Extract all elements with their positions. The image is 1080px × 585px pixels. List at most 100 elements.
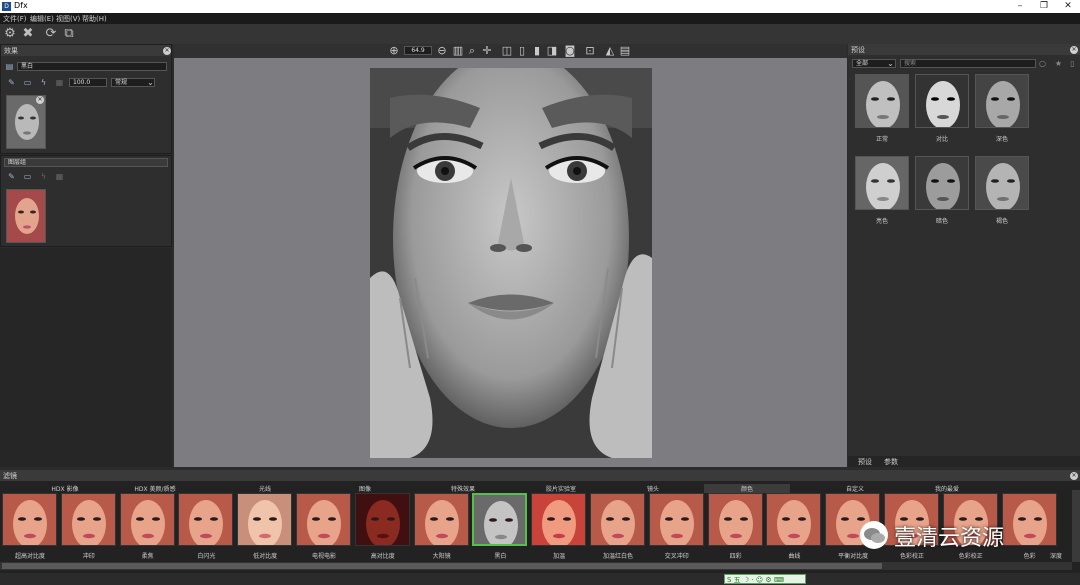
opacity-field[interactable]: 100.0: [69, 78, 107, 87]
filter-thumbnail[interactable]: [60, 493, 116, 546]
scrollbar-thumb[interactable]: [2, 563, 882, 569]
filter-thumbnail[interactable]: [590, 493, 645, 546]
layer-thumbnail[interactable]: [6, 189, 46, 243]
close-window-button[interactable]: ✕: [1056, 0, 1080, 13]
preset-thumb-normal[interactable]: [855, 74, 909, 128]
single-view-icon[interactable]: ▮: [531, 45, 543, 57]
filter-category-tab[interactable]: 胶片实验室: [518, 484, 604, 493]
filter-thumbnail[interactable]: [2, 493, 57, 546]
watermark: 壹清云资源: [860, 518, 1060, 554]
preset-thumb-dark[interactable]: [975, 74, 1029, 128]
histogram-icon[interactable]: ◭: [604, 45, 616, 57]
face-thumbnail: [532, 494, 586, 545]
remove-effect-icon[interactable]: ✕: [36, 96, 44, 104]
star-icon[interactable]: ★: [1054, 59, 1063, 68]
face-thumbnail: [708, 494, 762, 545]
filter-thumbnail[interactable]: [531, 493, 587, 546]
screen-icon[interactable]: ▭: [23, 78, 32, 87]
filter-thumbnail[interactable]: [178, 493, 234, 546]
zoom-out-icon[interactable]: ⊖: [436, 45, 448, 57]
filter-thumbnail[interactable]: [648, 493, 704, 546]
crop-icon[interactable]: ⊡: [584, 45, 596, 57]
split-view-icon[interactable]: ◫: [501, 45, 513, 57]
menu-bar: 文件(F) 编辑(E) 视图(V) 帮助(H): [0, 13, 1080, 24]
side-by-side-icon[interactable]: ▯: [516, 45, 528, 57]
face-thumbnail: [238, 494, 292, 545]
menu-view[interactable]: 视图(V): [56, 14, 80, 24]
search-icon[interactable]: ○: [1038, 59, 1047, 68]
gear-icon[interactable]: ⚙: [3, 27, 17, 41]
bw-face-thumbnail: [856, 75, 908, 127]
menu-edit[interactable]: 编辑(E): [30, 14, 54, 24]
fit-icon[interactable]: ▥: [452, 45, 464, 57]
brush-icon[interactable]: ✎: [7, 172, 16, 181]
move-icon[interactable]: ✛: [481, 45, 493, 57]
face-thumbnail: [414, 494, 468, 545]
filter-category-tab[interactable]: 特殊效果: [420, 484, 506, 493]
menu-help[interactable]: 帮助(H): [82, 14, 107, 24]
mirror-view-icon[interactable]: ◨: [546, 45, 558, 57]
lightning-icon[interactable]: ϟ: [39, 172, 48, 181]
preset-label: 暗色: [935, 218, 948, 225]
mask-icon[interactable]: ▦: [55, 78, 64, 87]
filter-label: 冲印: [82, 553, 95, 560]
filter-category-tab[interactable]: HDX 美颜/质感: [112, 484, 198, 493]
preset-search-input[interactable]: 搜索: [900, 59, 1036, 68]
close-icon[interactable]: ✖: [21, 27, 35, 41]
filter-label: 大阳镜: [432, 553, 451, 560]
filter-category-tab[interactable]: HDX 影像: [22, 484, 108, 493]
tab-parameters[interactable]: 参数: [884, 457, 898, 467]
ime-toolbar[interactable]: S 五 ☽ · ☺ ⚙ ⌨: [724, 574, 806, 584]
filters-horizontal-scrollbar[interactable]: [0, 562, 1072, 570]
filter-thumbnail[interactable]: [119, 493, 175, 546]
trash-icon[interactable]: ▯: [1068, 59, 1077, 68]
filter-thumbnail[interactable]: [354, 493, 410, 546]
zoom-field[interactable]: 64.9: [404, 46, 432, 55]
effects-panel-header: 效果 ✕: [1, 45, 171, 56]
filter-thumbnail[interactable]: [472, 493, 528, 546]
bw-face-thumbnail: [976, 75, 1028, 127]
preset-thumb-darker[interactable]: [915, 156, 969, 210]
filter-category-tab[interactable]: 我的最爱: [904, 484, 990, 493]
filters-vertical-scrollbar[interactable]: [1072, 490, 1080, 562]
preset-thumb-contrast[interactable]: [915, 74, 969, 128]
preset-thumb-light[interactable]: [855, 156, 909, 210]
compare-icon[interactable]: ⧉: [62, 27, 76, 41]
filter-thumbnail[interactable]: [707, 493, 763, 546]
layers-panel: 图层组 ✎ ▭ ϟ ▦: [0, 155, 172, 247]
screen-icon[interactable]: ▭: [23, 172, 32, 181]
close-panel-icon[interactable]: ✕: [163, 47, 171, 55]
refresh-icon[interactable]: ⟳: [44, 27, 58, 41]
image-icon[interactable]: ▤: [619, 45, 631, 57]
preset-label: 亮色: [875, 218, 888, 225]
filters-panel-header: 滤镜 ✕: [0, 470, 1080, 481]
close-panel-icon[interactable]: ✕: [1070, 472, 1078, 480]
chevron-down-icon[interactable]: ⌄: [886, 59, 895, 68]
tab-presets[interactable]: 预设: [858, 457, 872, 467]
mask-icon[interactable]: ▦: [55, 172, 64, 181]
bw-portrait-image: [370, 68, 652, 458]
preset-thumb-sepia[interactable]: [975, 156, 1029, 210]
close-panel-icon[interactable]: ✕: [1070, 46, 1078, 54]
minimize-button[interactable]: –: [1008, 0, 1032, 13]
camera-icon[interactable]: ◙: [564, 45, 576, 57]
filter-category-tab[interactable]: 自定义: [812, 484, 898, 493]
chevron-down-icon[interactable]: ⌄: [146, 78, 155, 87]
presets-panel-title: 预设: [851, 46, 865, 54]
menu-file[interactable]: 文件(F): [3, 14, 27, 24]
filter-category-tab[interactable]: 颜色: [704, 484, 790, 493]
filter-thumbnail[interactable]: [413, 493, 469, 546]
layer-name-field[interactable]: 黑白: [17, 62, 167, 71]
filter-label: 电视电影: [311, 553, 336, 560]
magnifier-icon[interactable]: ⌕: [466, 45, 478, 57]
maximize-button[interactable]: ❐: [1032, 0, 1056, 13]
zoom-in-icon[interactable]: ⊕: [388, 45, 400, 57]
filter-thumbnail[interactable]: [766, 493, 822, 546]
lightning-icon[interactable]: ϟ: [39, 78, 48, 87]
filter-category-tab[interactable]: 光线: [222, 484, 308, 493]
filter-thumbnail[interactable]: [296, 493, 351, 546]
filter-category-tab[interactable]: 镜头: [610, 484, 696, 493]
filter-thumbnail[interactable]: [237, 493, 293, 546]
brush-icon[interactable]: ✎: [7, 78, 16, 87]
filter-category-tab[interactable]: 图像: [322, 484, 408, 493]
